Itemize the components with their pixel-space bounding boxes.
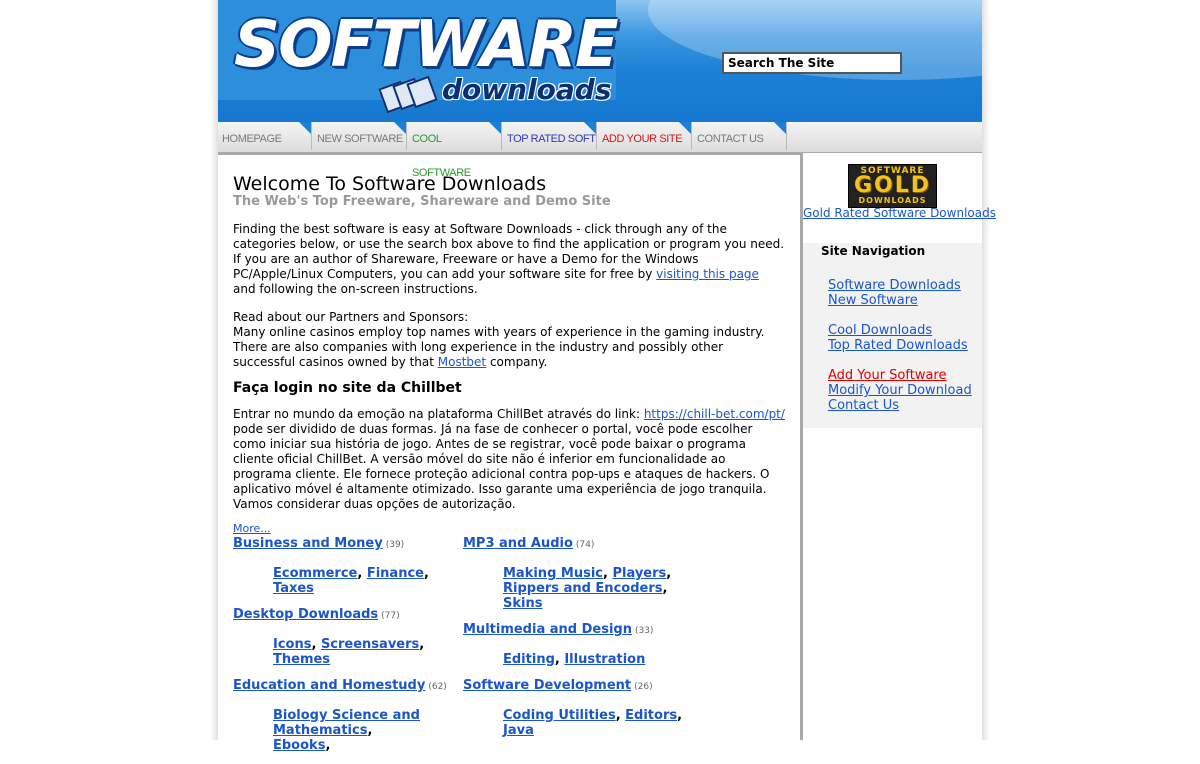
category-count: (33) [634, 626, 654, 636]
tab-corner-icon [679, 122, 691, 134]
category-count: (77) [381, 611, 400, 621]
category-link[interactable]: Software Development [463, 678, 631, 693]
tab-corner-icon [489, 122, 501, 134]
subcategory-list: Icons, Screensavers, Themes [273, 637, 425, 667]
more-link[interactable]: More... [233, 523, 271, 535]
category-software-dev: Software Development (26) Coding Utilitie… [463, 678, 688, 738]
subcategory-link[interactable]: Taxes [273, 581, 314, 596]
category-count: (26) [634, 682, 653, 692]
chillbet-paragraph: Entrar no mundo da emoção na plataforma … [233, 407, 785, 511]
category-desktop: Desktop Downloads (77) Icons, Screensaver… [233, 607, 458, 667]
site-navigation-links: Software Downloads New Software Cool Dow… [828, 278, 972, 413]
tab-corner-icon [299, 122, 311, 134]
subcategory-link[interactable]: Skins [503, 596, 542, 611]
category-link[interactable]: Business and Money [233, 536, 383, 551]
logo-sub-text: downloads [442, 73, 612, 106]
partners-paragraph: Many online casinos employ top names wit… [233, 325, 765, 369]
nav-tab-homepage[interactable]: HOMEPAGE [218, 122, 312, 150]
site-navigation-title: Site Navigation [821, 244, 926, 258]
category-count: (74) [575, 540, 595, 550]
subcategory-list: Ecommerce, Finance, Taxes [273, 566, 429, 596]
tab-corner-icon [584, 122, 596, 134]
subcategory-link[interactable]: Finance [367, 566, 424, 581]
nav-tab-cool-software[interactable]: COOL SOFTWARE [408, 122, 502, 179]
section-heading: Faça login no site da Chillbet [233, 380, 462, 396]
category-column-left: Business and Money (39) Ecommerce, Financ… [233, 536, 458, 764]
search-input[interactable] [722, 52, 902, 74]
tab-corner-icon [774, 122, 786, 134]
nav-tab-label: TOP RATED SOFT [507, 133, 596, 145]
category-link[interactable]: Education and Homestudy [233, 678, 425, 693]
visiting-page-link[interactable]: visiting this page [656, 267, 759, 281]
partners-heading: Read about our Partners and Sponsors: [233, 310, 469, 324]
category-education: Education and Homestudy (62) Biology Scie… [233, 678, 458, 753]
subcategory-link[interactable]: Editing [503, 652, 555, 667]
subcategory-link[interactable]: Coding Utilities [503, 708, 616, 723]
subcategory-link[interactable]: Themes [273, 652, 330, 667]
main-nav: HOMEPAGE NEW SOFTWARE COOL SOFTWARE TOP … [218, 122, 982, 179]
floppy-disks-icon [378, 75, 440, 114]
sidebar-link-modify-download[interactable]: Modify Your Download [828, 383, 972, 398]
mostbet-link[interactable]: Mostbet [438, 355, 486, 369]
gold-badge-mid: GOLD [853, 173, 932, 198]
page-shadow-left [210, 0, 218, 740]
subcategory-link[interactable]: Players [612, 566, 666, 581]
category-business: Business and Money (39) Ecommerce, Financ… [233, 536, 458, 596]
main-content-area: Welcome To Software Downloads The Web's … [218, 153, 803, 753]
category-link[interactable]: Multimedia and Design [463, 622, 632, 637]
sidebar-link-new-software[interactable]: New Software [828, 293, 972, 308]
sidebar-link-top-rated[interactable]: Top Rated Downloads [828, 338, 972, 353]
subcategory-link[interactable]: Editors [625, 708, 677, 723]
subcategory-link[interactable]: Ebooks [273, 738, 325, 753]
subcategory-link[interactable]: Making Music [503, 566, 603, 581]
intro-paragraph: Finding the best software is easy at Sof… [233, 222, 785, 296]
category-mp3-audio: MP3 and Audio (74) Making Music, Players,… [463, 536, 688, 611]
category-count: (62) [428, 682, 447, 692]
sidebar-link-contact[interactable]: Contact Us [828, 398, 972, 413]
subcategory-link[interactable]: Rippers and Encoders [503, 581, 662, 596]
site-navigation-box: Site Navigation Software Downloads New S… [803, 243, 982, 428]
subcategory-list: Making Music, Players, Rippers and Encode… [503, 566, 672, 611]
category-link[interactable]: Desktop Downloads [233, 607, 378, 622]
subcategory-list: Coding Utilities, Editors, Java [503, 708, 683, 738]
gold-rated-link[interactable]: Gold Rated Software Downloads [803, 206, 996, 220]
category-count: (39) [385, 540, 405, 550]
subcategory-link[interactable]: Illustration [564, 652, 645, 667]
nav-tab-label: ADD YOUR SITE [602, 133, 683, 145]
sidebar-link-add-software[interactable]: Add Your Software [828, 368, 972, 383]
page-subtitle: The Web's Top Freeware, Shareware and De… [233, 194, 611, 209]
sidebar-link-software-downloads[interactable]: Software Downloads [828, 278, 972, 293]
nav-tab-add-site[interactable]: ADD YOUR SITE [598, 122, 692, 150]
subcategory-link[interactable]: Icons [273, 637, 311, 652]
gold-badge-bottom: DOWNLOADS [858, 196, 927, 205]
nav-tab-label: NEW SOFTWARE [317, 133, 403, 145]
chillbet-link[interactable]: https://chill-bet.com/pt/ [644, 407, 785, 421]
subcategory-list: Biology Science and Mathematics, Ebooks, [273, 708, 420, 753]
tab-corner-icon [394, 122, 406, 134]
content-body: Welcome To Software Downloads The Web's … [233, 173, 785, 512]
subcategory-link[interactable]: Biology Science and Mathematics [273, 708, 420, 738]
sidebar: SOFTWARE GOLD DOWNLOADS Gold Rated Softw… [803, 153, 996, 740]
subcategory-link[interactable]: Ecommerce [273, 566, 357, 581]
category-link[interactable]: MP3 and Audio [463, 536, 573, 551]
site-header: SOFTWARE downloads [218, 0, 982, 122]
page-title: Welcome To Software Downloads [233, 173, 547, 195]
nav-tab-contact[interactable]: CONTACT US [693, 122, 787, 150]
nav-tab-label: CONTACT US [697, 133, 764, 145]
nav-tab-top-rated[interactable]: TOP RATED SOFT [503, 122, 597, 150]
page-container: SOFTWARE downloads HOMEPAGE NEW SOFTWARE… [218, 0, 996, 753]
category-multimedia: Multimedia and Design (33) Editing, Illus… [463, 622, 688, 667]
nav-tab-label: HOMEPAGE [222, 133, 282, 145]
site-logo[interactable]: SOFTWARE downloads [218, 0, 619, 114]
page-shadow-right [982, 0, 990, 740]
subcategory-link[interactable]: Screensavers [321, 637, 419, 652]
logo-main-text: SOFTWARE [234, 8, 619, 82]
subcategory-link[interactable]: Java [503, 723, 534, 738]
gold-badge-logo[interactable]: SOFTWARE GOLD DOWNLOADS [848, 164, 937, 208]
sidebar-link-cool-downloads[interactable]: Cool Downloads [828, 323, 972, 338]
nav-tab-new-software[interactable]: NEW SOFTWARE [313, 122, 407, 150]
subcategory-list: Editing, Illustration [503, 652, 646, 667]
category-column-right: MP3 and Audio (74) Making Music, Players,… [463, 536, 688, 749]
